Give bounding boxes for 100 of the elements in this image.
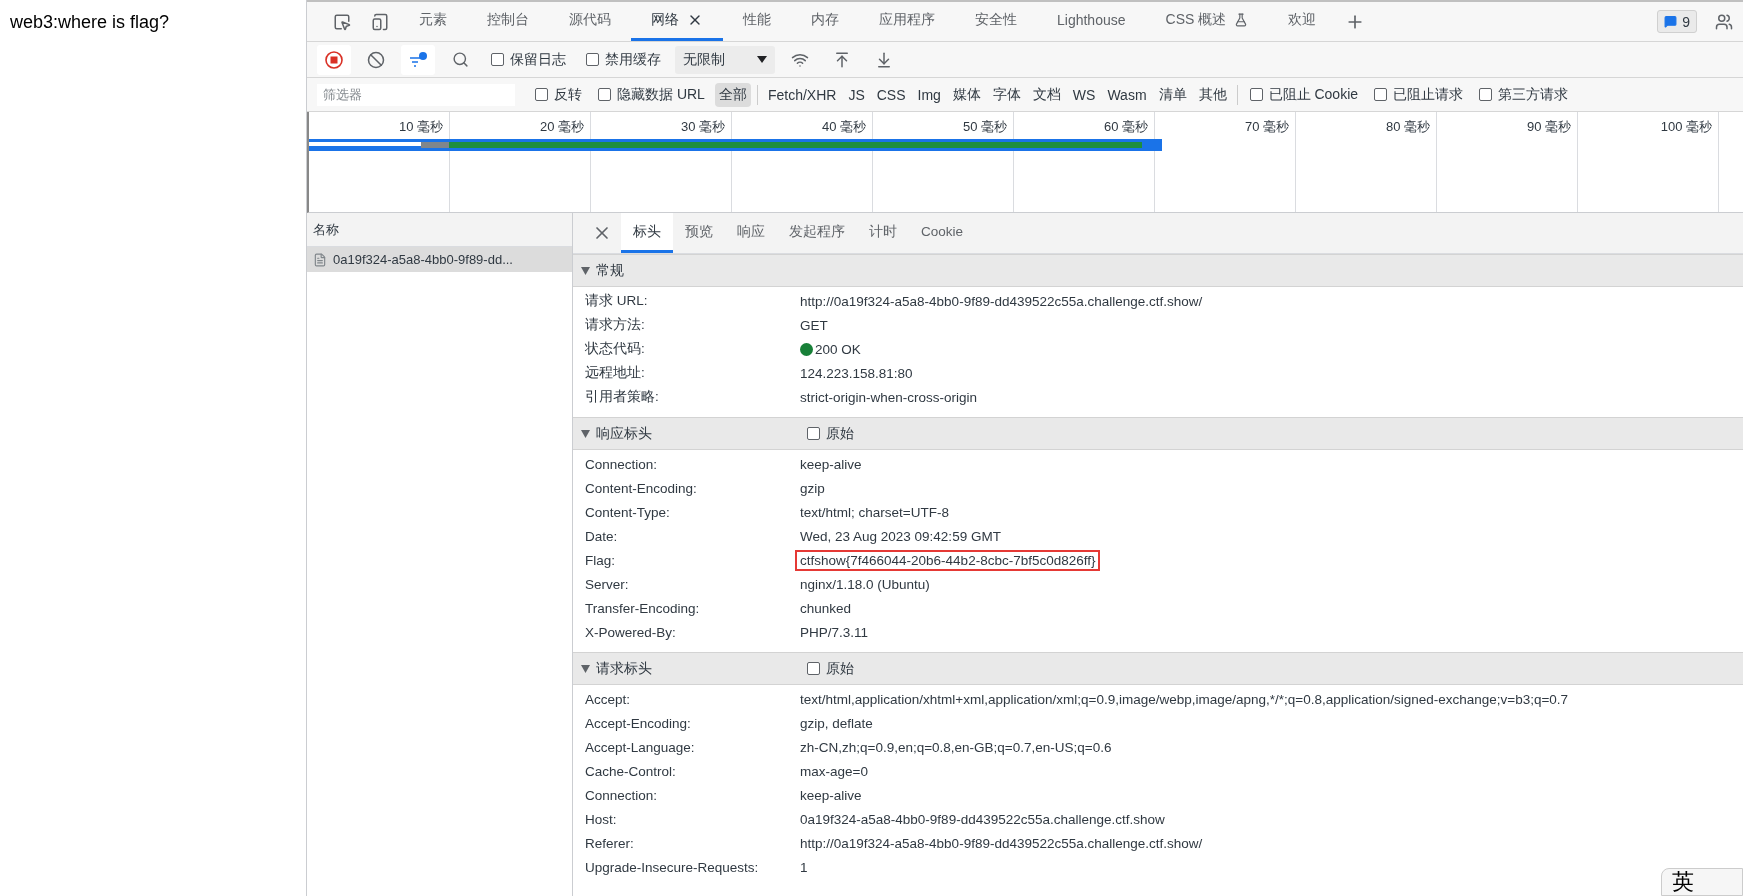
panel-tab[interactable]: 源代码 xyxy=(549,2,631,41)
filter-checkbox[interactable]: 已阻止 Cookie xyxy=(1249,85,1359,104)
panel-tab[interactable]: 欢迎 xyxy=(1268,2,1337,41)
type-filter[interactable]: Fetch/XHR xyxy=(763,83,841,106)
time-tick: 80 毫秒 xyxy=(1384,118,1431,136)
issues-badge[interactable]: 9 xyxy=(1657,10,1697,33)
expand-icon[interactable] xyxy=(581,266,590,275)
type-filter[interactable]: Wasm xyxy=(1103,83,1151,106)
detail-tab[interactable]: 标头 xyxy=(621,213,673,253)
header-name: Accept: xyxy=(585,691,632,707)
type-filter[interactable]: 媒体 xyxy=(948,82,985,107)
header-value: ctfshow{7f466044-20b6-44b2-8cbc-7bf5c0d826ff} xyxy=(795,549,1101,571)
header-name: 请求方法: xyxy=(585,316,646,334)
expand-icon[interactable] xyxy=(581,664,590,673)
time-tick: 60 毫秒 xyxy=(1102,118,1149,136)
type-filter[interactable]: 文档 xyxy=(1028,82,1065,107)
detail-tab[interactable]: 计时 xyxy=(857,213,909,253)
header-name: X-Powered-By: xyxy=(585,624,677,640)
type-filter[interactable]: CSS xyxy=(872,83,910,106)
panel-tab[interactable]: 安全性 xyxy=(955,2,1037,41)
type-filter[interactable]: 其他 xyxy=(1194,82,1231,107)
time-tick: 40 毫秒 xyxy=(820,118,867,136)
header-name: Connection: xyxy=(585,456,659,472)
panel-tab[interactable]: 应用程序 xyxy=(859,2,955,41)
time-tick: 100 毫秒 xyxy=(1659,118,1713,136)
header-value: nginx/1.18.0 (Ubuntu) xyxy=(799,575,931,594)
detail-tab[interactable]: Cookie xyxy=(909,213,976,253)
section-title[interactable]: 响应标头 xyxy=(596,424,801,443)
section-title[interactable]: 请求标头 xyxy=(596,659,801,678)
header-value: chunked xyxy=(799,599,853,618)
time-tick: 70 毫秒 xyxy=(1243,118,1290,136)
header-name: 状态代码: xyxy=(585,340,646,358)
filter-checkbox[interactable]: 隐藏数据 URL xyxy=(598,85,705,104)
header-name: Upgrade-Insecure-Requests: xyxy=(585,859,760,875)
header-value: http://0a19f324-a5a8-4bb0-9f89-dd439522c55a.challenge.ctf.show/ xyxy=(799,292,1204,311)
detail-tab[interactable]: 预览 xyxy=(673,213,725,253)
type-filter[interactable]: 全部 xyxy=(714,82,751,107)
type-filter[interactable]: WS xyxy=(1068,83,1100,106)
raw-checkbox[interactable]: 原始 xyxy=(807,424,854,443)
header-name: 引用者策略: xyxy=(585,388,660,406)
time-tick: 90 毫秒 xyxy=(1525,118,1572,136)
type-filter[interactable]: Img xyxy=(913,83,945,106)
filter-button[interactable] xyxy=(401,44,435,75)
header-value: 1 xyxy=(799,858,809,877)
header-name: 请求 URL: xyxy=(585,292,649,310)
header-value: max-age=0 xyxy=(799,762,869,781)
panel-tab[interactable]: 性能 xyxy=(723,2,791,41)
caret-icon xyxy=(757,55,767,64)
filter-checkbox[interactable]: 已阻止请求 xyxy=(1374,85,1464,104)
header-name: Transfer-Encoding: xyxy=(585,600,701,616)
record-button[interactable] xyxy=(317,44,351,75)
record-icon xyxy=(325,50,343,69)
header-name: Flag: xyxy=(585,552,616,568)
filter-checkbox[interactable]: 第三方请求 xyxy=(1479,85,1569,104)
column-header: 名称 xyxy=(307,213,572,247)
header-value: keep-alive xyxy=(799,455,863,474)
header-value: gzip xyxy=(799,479,826,498)
ime-indicator[interactable]: 英 xyxy=(1661,868,1743,896)
header-value: GET xyxy=(799,316,829,335)
option-checkbox[interactable]: 禁用缓存 xyxy=(586,50,661,69)
header-value: text/html; charset=UTF-8 xyxy=(799,503,950,522)
raw-checkbox[interactable]: 原始 xyxy=(807,659,854,678)
panel-tab[interactable]: 控制台 xyxy=(467,2,549,41)
header-name: Connection: xyxy=(585,787,659,803)
header-value: 200 OK xyxy=(795,338,866,360)
expand-icon[interactable] xyxy=(581,429,590,438)
filter-checkbox[interactable]: 反转 xyxy=(535,85,582,104)
filter-field[interactable]: 筛选器 xyxy=(317,83,515,106)
header-name: Host: xyxy=(585,811,618,827)
header-value: PHP/7.3.11 xyxy=(799,623,870,642)
detail-tab[interactable]: 响应 xyxy=(725,213,777,253)
header-name: Content-Type: xyxy=(585,504,671,520)
time-tick: 50 毫秒 xyxy=(961,118,1008,136)
header-name: Date: xyxy=(585,528,619,544)
throttling-select[interactable]: 无限制 xyxy=(675,45,775,74)
time-tick: 10 毫秒 xyxy=(397,118,444,136)
type-filter[interactable]: 字体 xyxy=(988,82,1025,107)
panel-tab[interactable]: Lighthouse xyxy=(1037,2,1146,41)
header-value: text/html,application/xhtml+xml,application/xml;q=0.9,image/webp,image/apng,*/*;q=0.8,application/signed-exchange;v=b3;q=0.7 xyxy=(799,690,1570,709)
time-tick: 30 毫秒 xyxy=(679,118,726,136)
section-title[interactable]: 常规 xyxy=(596,261,801,280)
panel-tab[interactable]: 元素 xyxy=(399,2,467,41)
document-icon xyxy=(313,252,327,267)
header-name: Content-Encoding: xyxy=(585,480,698,496)
panel-tab[interactable]: CSS 概述 xyxy=(1145,2,1269,41)
type-filter[interactable]: JS xyxy=(844,83,869,106)
header-name: Server: xyxy=(585,576,630,592)
page-heading: web3:where is flag? xyxy=(9,11,171,34)
header-name: Referer: xyxy=(585,835,635,851)
type-filter[interactable]: 清单 xyxy=(1154,82,1191,107)
filter-icon xyxy=(408,50,428,69)
detail-tab[interactable]: 发起程序 xyxy=(777,213,857,253)
header-value: zh-CN,zh;q=0.9,en;q=0.8,en-GB;q=0.7,en-US;q=0.6 xyxy=(799,738,1113,757)
header-value: strict-origin-when-cross-origin xyxy=(799,388,979,407)
header-value: keep-alive xyxy=(799,786,863,805)
request-item[interactable]: 0a19f324-a5a8-4bb0-9f89-dd... xyxy=(307,247,572,272)
header-name: Cache-Control: xyxy=(585,763,677,779)
header-value: Wed, 23 Aug 2023 09:42:59 GMT xyxy=(799,527,1002,546)
option-checkbox[interactable]: 保留日志 xyxy=(491,50,566,69)
panel-tab[interactable]: 内存 xyxy=(791,2,859,41)
